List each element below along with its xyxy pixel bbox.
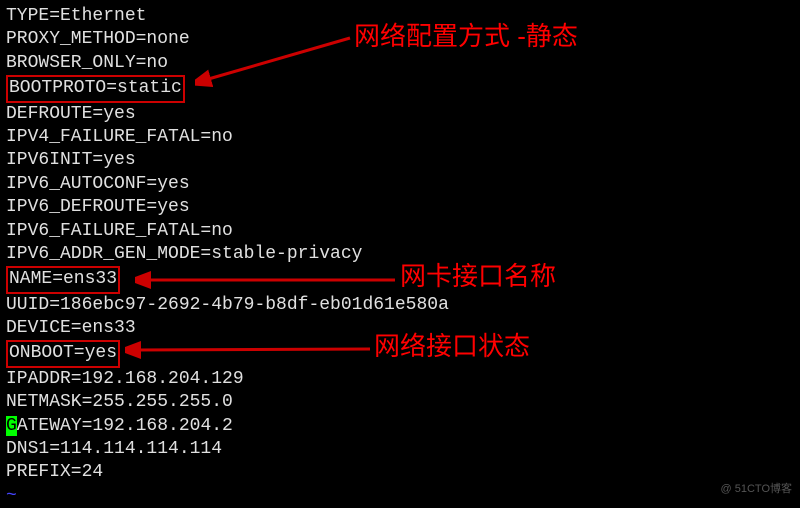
annotation-onboot: 网络接口状态 bbox=[374, 330, 530, 364]
config-line-ipv6fail: IPV6_FAILURE_FATAL=no bbox=[6, 220, 794, 243]
onboot-highlighted: ONBOOT=yes bbox=[6, 340, 120, 367]
gateway-text: ATEWAY=192.168.204.2 bbox=[17, 416, 233, 436]
config-line-prefix: PREFIX=24 bbox=[6, 461, 794, 484]
config-line-ipv6auto: IPV6_AUTOCONF=yes bbox=[6, 173, 794, 196]
annotation-bootproto: 网络配置方式 -静态 bbox=[354, 20, 578, 54]
config-line-uuid: UUID=186ebc97-2692-4b79-b8df-eb01d61e580… bbox=[6, 294, 794, 317]
cursor: G bbox=[6, 416, 17, 436]
vim-tilde: ~ bbox=[6, 485, 794, 508]
config-line-browser: BROWSER_ONLY=no bbox=[6, 52, 794, 75]
config-line-gateway: GATEWAY=192.168.204.2 bbox=[6, 415, 794, 438]
config-line-netmask: NETMASK=255.255.255.0 bbox=[6, 391, 794, 414]
config-line-dns: DNS1=114.114.114.114 bbox=[6, 438, 794, 461]
config-line-ipaddr: IPADDR=192.168.204.129 bbox=[6, 368, 794, 391]
name-highlighted: NAME=ens33 bbox=[6, 266, 120, 293]
watermark: @ 51CTO博客 bbox=[721, 482, 792, 496]
arrow-to-bootproto bbox=[195, 35, 355, 90]
config-line-ipv6defroute: IPV6_DEFROUTE=yes bbox=[6, 196, 794, 219]
arrow-to-onboot bbox=[125, 337, 375, 367]
config-line-defroute: DEFROUTE=yes bbox=[6, 103, 794, 126]
config-line-bootproto: BOOTPROTO=static bbox=[6, 75, 794, 102]
config-line-ipv4fail: IPV4_FAILURE_FATAL=no bbox=[6, 126, 794, 149]
arrow-to-name bbox=[135, 265, 400, 295]
annotation-name: 网卡接口名称 bbox=[400, 260, 556, 294]
bootproto-highlighted: BOOTPROTO=static bbox=[6, 75, 185, 102]
config-line-ipv6init: IPV6INIT=yes bbox=[6, 149, 794, 172]
